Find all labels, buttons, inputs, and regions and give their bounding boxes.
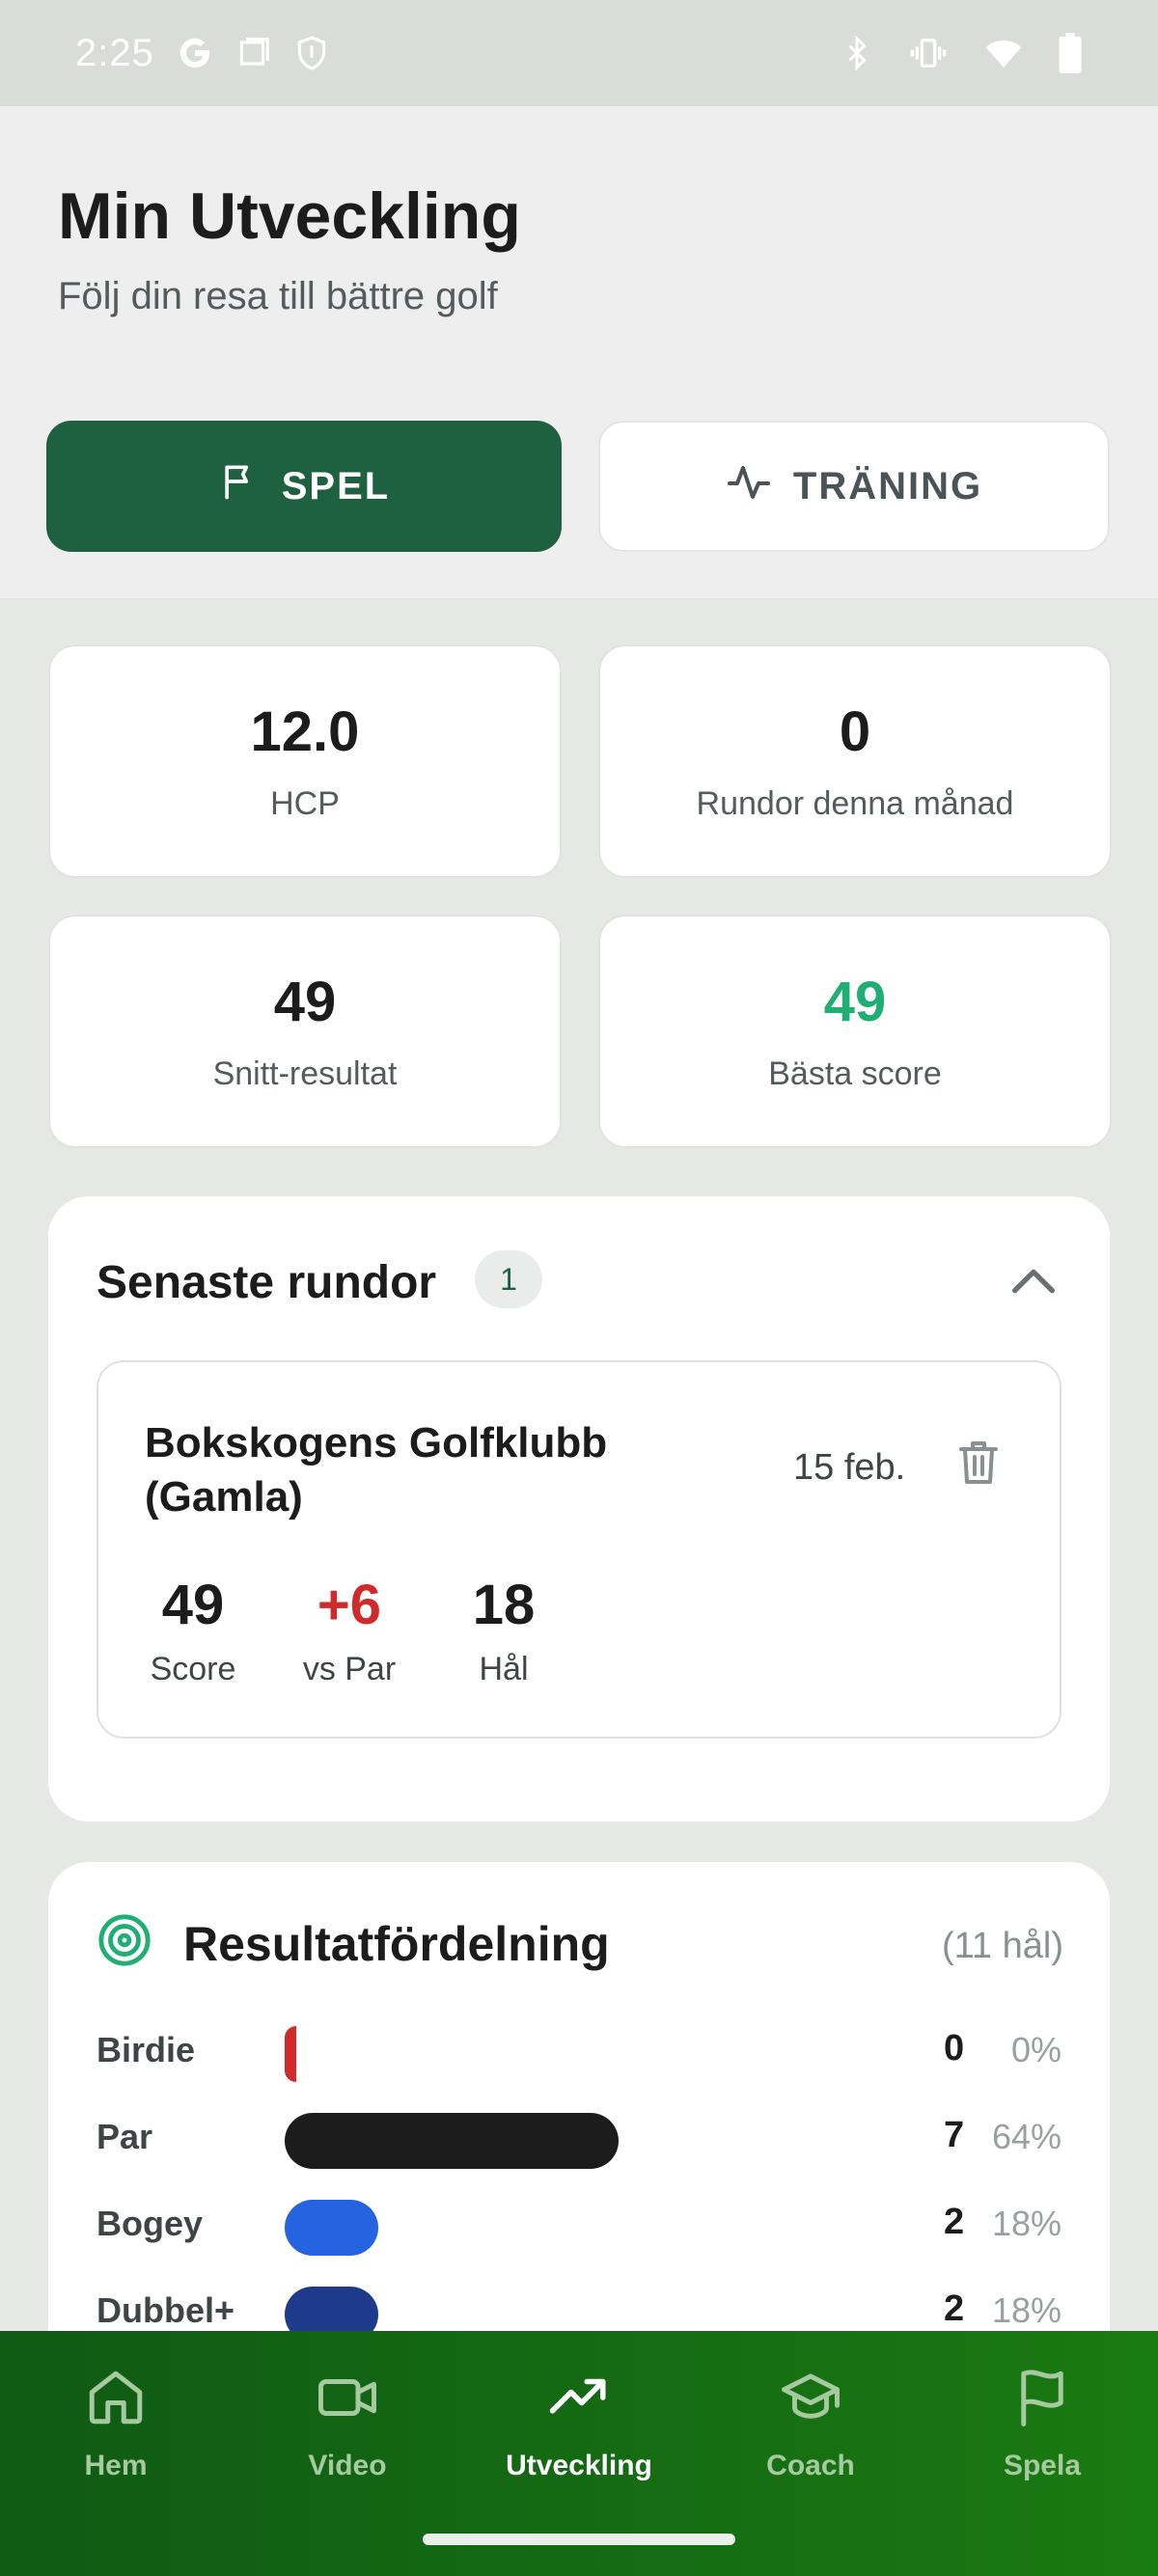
distribution-percent: 18% <box>991 2204 1062 2243</box>
distribution-count: 0 <box>944 2028 965 2069</box>
nav-item-hem[interactable]: Hem <box>19 2366 212 2482</box>
stat-card-best-score: 49 Bästa score <box>598 915 1112 1148</box>
distribution-percent: 64% <box>991 2117 1062 2156</box>
chevron-up-icon[interactable] <box>1006 1260 1062 1307</box>
nav-item-video[interactable]: Video <box>251 2366 444 2482</box>
flag-icon <box>218 460 261 512</box>
google-icon <box>176 34 214 72</box>
nav-label: Utveckling <box>506 2450 652 2481</box>
status-time: 2:25 <box>75 31 154 74</box>
round-stat-holes: 18 Hål <box>455 1573 552 1688</box>
stat-value: 49 <box>823 971 887 1033</box>
section-title: Resultatfördelning <box>183 1917 610 1971</box>
round-stat-value: 18 <box>472 1574 536 1636</box>
flag-icon <box>1010 2366 1074 2434</box>
stat-value: 49 <box>273 971 337 1033</box>
activity-icon <box>726 458 772 514</box>
stat-value: 12.0 <box>250 700 360 763</box>
nav-item-utveckling[interactable]: Utveckling <box>482 2366 676 2482</box>
distribution-label: Bogey <box>96 2204 204 2243</box>
page-title: Min Utveckling <box>58 179 521 253</box>
nav-item-spela[interactable]: Spela <box>946 2366 1139 2482</box>
vibrate-icon <box>907 34 950 72</box>
tab-spel-label: SPEL <box>281 464 391 507</box>
distribution-label: Par <box>96 2117 153 2156</box>
wifi-icon <box>982 34 1025 72</box>
round-stat-value: 49 <box>161 1574 225 1636</box>
page-header: Min Utveckling Följ din resa till bättre… <box>0 106 1158 598</box>
round-card[interactable]: Bokskogens Golfklubb (Gamla) 15 feb. 49 … <box>96 1360 1062 1739</box>
video-icon <box>316 2366 379 2434</box>
distribution-percent: 18% <box>991 2290 1062 2330</box>
count-badge: 1 <box>475 1250 542 1308</box>
nav-label: Coach <box>766 2450 855 2481</box>
nav-label: Spela <box>1003 2450 1082 2481</box>
distribution-percent: 0% <box>1010 2030 1062 2069</box>
stat-label: Bästa score <box>768 1055 942 1092</box>
tab-spel[interactable]: SPEL <box>46 421 562 552</box>
distribution-count: 2 <box>944 2202 965 2242</box>
distribution-row-birdie: Birdie 0 0% <box>96 2018 1062 2086</box>
target-icon <box>96 1912 152 1973</box>
holes-count: (11 hål) <box>941 1926 1063 1966</box>
round-date: 15 feb. <box>793 1447 906 1488</box>
stat-label: Rundor denna månad <box>696 785 1014 822</box>
tab-traning[interactable]: TRÄNING <box>598 421 1110 552</box>
distribution-row-bogey: Bogey 2 18% <box>96 2192 1062 2260</box>
distribution-bar <box>285 2113 619 2169</box>
shield-icon <box>293 35 330 71</box>
distribution-count: 7 <box>944 2115 965 2155</box>
round-stat-label: vs Par <box>302 1651 397 1687</box>
nav-label: Video <box>308 2450 387 2481</box>
home-indicator[interactable] <box>423 2534 735 2545</box>
round-stat-label: Score <box>150 1651 236 1687</box>
stat-label: HCP <box>270 785 340 822</box>
screenshot-icon <box>235 35 272 71</box>
section-title: Senaste rundor <box>96 1257 437 1308</box>
stat-value: 0 <box>839 700 871 763</box>
page-subtitle: Följ din resa till bättre golf <box>58 275 498 317</box>
trending-up-icon <box>547 2366 611 2434</box>
home-icon <box>84 2366 148 2434</box>
round-stat-label: Hål <box>479 1651 529 1687</box>
round-stat-vs-par: +6 vs Par <box>291 1573 407 1688</box>
stat-card-average: 49 Snitt-resultat <box>48 915 562 1148</box>
battery-icon <box>1058 33 1083 73</box>
nav-item-coach[interactable]: Coach <box>714 2366 907 2482</box>
distribution-label: Dubbel+ <box>96 2290 235 2330</box>
recent-rounds-section: Senaste rundor 1 Bokskogens Golfklubb (G… <box>48 1196 1110 1822</box>
stat-card-hcp: 12.0 HCP <box>48 644 562 878</box>
round-stat-value: +6 <box>317 1574 382 1636</box>
distribution-bar <box>285 2026 296 2082</box>
status-bar: 2:25 <box>0 0 1158 106</box>
round-stat-score: 49 Score <box>145 1573 241 1688</box>
nav-label: Hem <box>84 2450 148 2481</box>
distribution-count: 2 <box>944 2288 965 2329</box>
graduation-cap-icon <box>779 2366 842 2434</box>
distribution-bar <box>285 2200 379 2256</box>
bluetooth-icon <box>840 34 874 72</box>
stat-label: Snitt-resultat <box>212 1055 398 1092</box>
distribution-row-par: Par 7 64% <box>96 2105 1062 2173</box>
trash-icon[interactable] <box>955 1438 1002 1493</box>
stat-card-rounds-month: 0 Rundor denna månad <box>598 644 1112 878</box>
course-name: Bokskogens Golfklubb (Gamla) <box>145 1419 608 1521</box>
distribution-label: Birdie <box>96 2030 196 2069</box>
tab-traning-label: TRÄNING <box>792 464 983 507</box>
